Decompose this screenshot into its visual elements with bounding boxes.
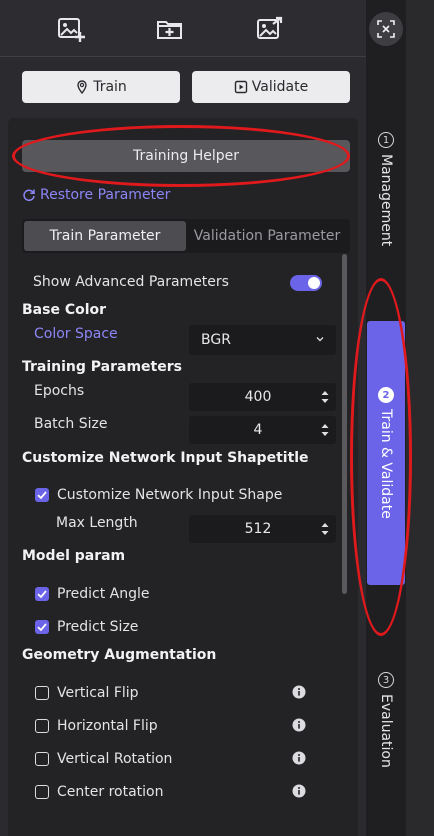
scrollbar-thumb[interactable] — [342, 254, 347, 594]
network-input-title: Customize Network Input Shapetitle — [22, 450, 309, 466]
show-advanced-toggle[interactable] — [290, 275, 322, 291]
training-parameters-title: Training Parameters — [22, 359, 182, 375]
horizontal-flip-checkbox[interactable] — [35, 719, 49, 733]
step-number-badge: 1 — [378, 132, 394, 148]
checkmark-icon — [37, 491, 47, 500]
export-image-icon[interactable] — [255, 14, 285, 44]
stepper-arrows-icon[interactable] — [320, 520, 330, 538]
right-edge-strip — [406, 0, 434, 836]
train-button[interactable]: Train — [22, 71, 180, 103]
step-number-badge: 3 — [378, 672, 394, 688]
validate-button[interactable]: Validate — [192, 71, 350, 103]
collapse-panel-button[interactable] — [369, 12, 403, 46]
batch-size-stepper[interactable]: 4 — [189, 416, 336, 444]
color-space-select[interactable]: BGR — [189, 325, 336, 355]
color-space-label: Color Space — [34, 326, 118, 342]
checkmark-icon — [37, 623, 47, 632]
step-tab-label: Evaluation — [378, 694, 394, 768]
batch-size-label: Batch Size — [34, 416, 108, 432]
epochs-label: Epochs — [34, 383, 85, 399]
parameter-tabs: Train Parameter Validation Parameter — [22, 219, 350, 253]
max-length-stepper[interactable]: 512 — [189, 515, 336, 543]
stepper-arrows-icon[interactable] — [320, 388, 330, 406]
info-icon[interactable] — [292, 685, 306, 699]
epochs-value: 400 — [244, 389, 272, 405]
customize-network-checkbox[interactable] — [35, 488, 49, 502]
predict-angle-label: Predict Angle — [57, 586, 150, 602]
top-toolbar — [0, 0, 366, 56]
collapse-arrow-icon — [377, 20, 395, 38]
center-rotation-checkbox[interactable] — [35, 785, 49, 799]
info-icon[interactable] — [292, 784, 306, 798]
chevron-down-icon — [316, 337, 324, 342]
step-tab-label: Management — [378, 154, 394, 247]
max-length-label: Max Length — [56, 515, 138, 531]
train-button-label: Train — [93, 79, 127, 95]
show-advanced-label: Show Advanced Parameters — [33, 274, 229, 290]
add-image-icon[interactable] — [56, 14, 86, 44]
restore-parameter-link[interactable]: Restore Parameter — [22, 185, 170, 205]
step-tab-evaluation[interactable]: 3 Evaluation — [367, 672, 405, 768]
restore-parameter-label: Restore Parameter — [40, 187, 171, 203]
stepper-arrows-icon[interactable] — [320, 421, 330, 439]
location-pin-icon — [77, 80, 87, 94]
predict-size-label: Predict Size — [57, 619, 139, 635]
vertical-rotation-label: Vertical Rotation — [57, 751, 173, 767]
vertical-rotation-checkbox[interactable] — [35, 752, 49, 766]
info-icon[interactable] — [292, 718, 306, 732]
vertical-flip-checkbox[interactable] — [35, 686, 49, 700]
base-color-title: Base Color — [22, 302, 107, 318]
validate-button-label: Validate — [251, 79, 309, 95]
refresh-icon — [23, 189, 35, 202]
training-helper-button[interactable]: Training Helper — [22, 140, 350, 172]
info-icon[interactable] — [292, 751, 306, 765]
tab-train-parameter[interactable]: Train Parameter — [24, 221, 186, 251]
center-rotation-label: Center rotation — [57, 784, 164, 800]
horizontal-flip-label: Horizontal Flip — [57, 718, 158, 734]
batch-size-value: 4 — [253, 422, 263, 438]
predict-size-checkbox[interactable] — [35, 620, 49, 634]
customize-network-label: Customize Network Input Shape — [57, 487, 283, 503]
tab-validation-parameter[interactable]: Validation Parameter — [186, 221, 348, 251]
add-folder-icon[interactable] — [155, 14, 185, 44]
epochs-stepper[interactable]: 400 — [189, 383, 336, 411]
color-space-value: BGR — [201, 332, 231, 348]
model-param-title: Model param — [22, 548, 126, 564]
step-tab-label: Train & Validate — [378, 409, 394, 519]
max-length-value: 512 — [244, 521, 272, 537]
step-tab-train-validate[interactable]: 2 Train & Validate — [367, 321, 405, 585]
step-number-badge: 2 — [378, 387, 394, 403]
checkmark-icon — [37, 590, 47, 599]
step-tab-management[interactable]: 1 Management — [367, 132, 405, 246]
predict-angle-checkbox[interactable] — [35, 587, 49, 601]
vertical-flip-label: Vertical Flip — [57, 685, 139, 701]
play-box-icon — [234, 80, 247, 94]
geometry-augmentation-title: Geometry Augmentation — [22, 647, 217, 663]
toolbar-divider — [0, 56, 366, 57]
